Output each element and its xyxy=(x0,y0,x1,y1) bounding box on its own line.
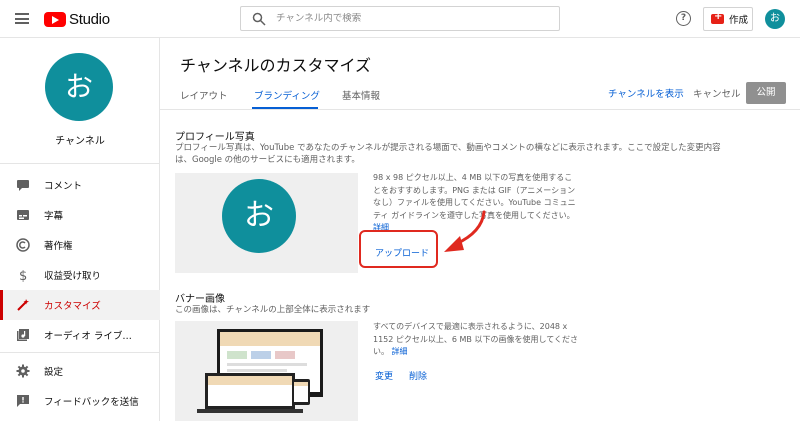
search-icon xyxy=(252,12,266,26)
tab-branding[interactable]: ブランディング xyxy=(254,88,320,102)
search-box[interactable] xyxy=(240,6,560,31)
banner-details-link[interactable]: 詳細 xyxy=(392,347,408,356)
page-title: チャンネルのカスタマイズ xyxy=(180,56,372,75)
sidebar-item-comments[interactable]: コメント xyxy=(0,170,160,200)
profile-section-title: プロフィール写真 xyxy=(175,132,255,143)
tabs-divider xyxy=(160,109,800,110)
youtube-play-icon xyxy=(44,11,66,27)
tab-basic-info[interactable]: 基本情報 xyxy=(342,88,380,102)
search-input[interactable] xyxy=(276,13,536,24)
menu-icon[interactable] xyxy=(15,13,29,24)
youtube-studio-window: Studio ? 作成 お お チャンネル コメント 字幕 xyxy=(0,0,800,421)
subtitles-icon xyxy=(17,210,29,220)
sidebar-item-label: カスタマイズ xyxy=(44,301,101,312)
sidebar-item-feedback[interactable]: フィードバックを送信 xyxy=(0,386,160,416)
banner-info-text: すべてのデバイスで最適に表示されるように、2048 x 1152 ピクセル以上、… xyxy=(373,321,578,359)
sidebar-item-label: フィードバックを送信 xyxy=(44,397,139,408)
publish-button[interactable]: 公開 xyxy=(746,82,786,104)
sidebar-divider xyxy=(0,352,160,353)
view-channel-link[interactable]: チャンネルを表示 xyxy=(608,86,684,100)
dollar-icon: $ xyxy=(19,269,27,282)
account-avatar[interactable]: お xyxy=(765,9,785,29)
create-label: 作成 xyxy=(729,15,749,26)
sidebar-item-monetization[interactable]: $ 収益受け取り xyxy=(0,260,160,290)
banner-section-title: バナー画像 xyxy=(175,294,225,305)
sidebar-item-copyright[interactable]: 著作権 xyxy=(0,230,160,260)
sidebar-divider xyxy=(0,163,160,164)
create-button[interactable]: 作成 xyxy=(703,7,753,31)
sidebar-item-label: オーディオ ライブ… xyxy=(44,331,132,342)
sidebar-item-label: コメント xyxy=(44,181,83,192)
audio-library-icon xyxy=(17,329,29,341)
sidebar-item-customization[interactable]: カスタマイズ xyxy=(0,290,160,320)
sidebar-item-label: 収益受け取り xyxy=(44,271,102,282)
feedback-icon xyxy=(17,395,29,407)
copyright-icon xyxy=(16,238,30,252)
banner-section-desc: この画像は、チャンネルの上部全体に表示されます xyxy=(175,305,371,315)
help-icon[interactable]: ? xyxy=(676,11,691,26)
gear-icon xyxy=(16,364,30,378)
sidebar-item-settings[interactable]: 設定 xyxy=(0,356,160,386)
sidebar: お チャンネル コメント 字幕 著作権 $ 収益受け取り カスタマイズ オーディ… xyxy=(0,38,160,421)
sidebar-item-label: 著作権 xyxy=(44,241,73,252)
arrow-annotation xyxy=(444,210,486,252)
sidebar-item-audio-library[interactable]: オーディオ ライブ… xyxy=(0,320,160,350)
channel-name: チャンネル xyxy=(55,136,105,147)
comment-icon xyxy=(17,180,29,191)
create-video-icon xyxy=(711,11,724,24)
delete-banner-button[interactable]: 削除 xyxy=(409,369,427,382)
svg-text:$: $ xyxy=(19,269,27,282)
magic-wand-icon xyxy=(17,299,29,311)
main-content: チャンネルのカスタマイズ レイアウト ブランディング 基本情報 チャンネルを表示… xyxy=(160,38,800,421)
profile-section-desc: プロフィール写真は、YouTube であなたのチャンネルが提示される場面で、動画… xyxy=(175,143,721,165)
sidebar-item-label: 字幕 xyxy=(44,211,64,222)
banner-preview xyxy=(175,321,358,421)
cancel-button[interactable]: キャンセル xyxy=(693,86,741,100)
logo-text: Studio xyxy=(69,10,110,28)
sidebar-item-label: 設定 xyxy=(44,367,64,378)
top-bar: Studio ? 作成 お xyxy=(0,0,800,38)
sidebar-item-subtitles[interactable]: 字幕 xyxy=(0,200,160,230)
profile-avatar-preview: お xyxy=(222,179,296,253)
devices-illustration xyxy=(197,329,323,413)
highlight-box xyxy=(359,230,438,268)
change-banner-button[interactable]: 変更 xyxy=(375,369,393,382)
tab-layout[interactable]: レイアウト xyxy=(180,88,228,102)
channel-avatar[interactable]: お xyxy=(45,53,113,121)
studio-logo[interactable]: Studio xyxy=(44,10,110,28)
